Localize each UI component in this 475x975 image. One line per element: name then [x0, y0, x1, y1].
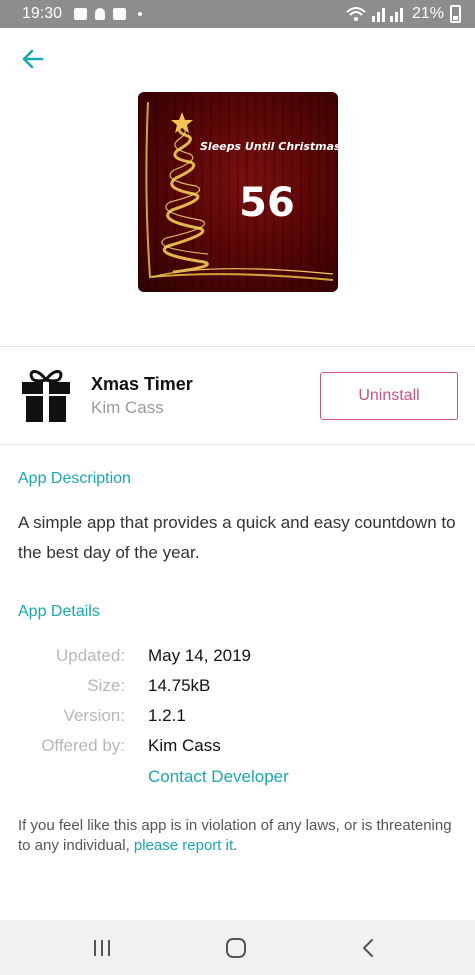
battery-percent: 21%: [411, 5, 444, 22]
recents-icon[interactable]: [90, 936, 114, 960]
notification-icon: [113, 8, 127, 20]
image-icon: [74, 8, 88, 20]
gift-icon: [22, 370, 70, 422]
report-notice: If you feel like this app is in violatio…: [18, 816, 458, 856]
app-description-title: App Description: [18, 470, 131, 487]
hero-title: Sleeps Until Christmas: [200, 140, 338, 153]
report-suffix: .: [233, 837, 238, 854]
offered-by-label: Offered by:: [41, 736, 125, 755]
arrow-left-icon[interactable]: [20, 46, 46, 72]
status-time: 19:30: [22, 5, 63, 22]
updated-value: May 14, 2019: [148, 646, 252, 665]
app-author: Kim Cass: [91, 398, 164, 417]
navigation-bar: [0, 920, 475, 975]
report-link[interactable]: please report it: [134, 837, 233, 854]
version-label: Version:: [63, 706, 125, 725]
app-screenshot: Sleeps Until Christmas 56: [138, 92, 338, 292]
signal-icon: [371, 8, 403, 22]
contact-developer-link[interactable]: Contact Developer: [148, 767, 289, 787]
app-details-title: App Details: [18, 603, 100, 620]
status-bar: 19:30 21%: [0, 0, 475, 28]
hero-count: 56: [239, 180, 295, 226]
version-value: 1.2.1: [148, 706, 186, 725]
usb-icon: [95, 8, 106, 20]
dot-icon: [138, 12, 143, 16]
app-name: Xmas Timer: [91, 374, 193, 394]
size-value: 14.75kB: [148, 676, 211, 695]
divider: [0, 444, 475, 445]
status-left: 19:30: [22, 5, 143, 23]
updated-label: Updated:: [56, 646, 125, 665]
size-label: Size:: [87, 676, 125, 695]
status-right: 21%: [346, 5, 461, 23]
uninstall-button[interactable]: Uninstall: [320, 372, 458, 420]
app-description-text: A simple app that provides a quick and e…: [18, 513, 456, 562]
back-chevron-icon[interactable]: [357, 936, 381, 960]
battery-icon: [450, 5, 461, 23]
divider: [0, 346, 475, 347]
wifi-icon: [346, 7, 366, 21]
home-icon[interactable]: [224, 936, 248, 960]
offered-by-value: Kim Cass: [148, 736, 221, 755]
